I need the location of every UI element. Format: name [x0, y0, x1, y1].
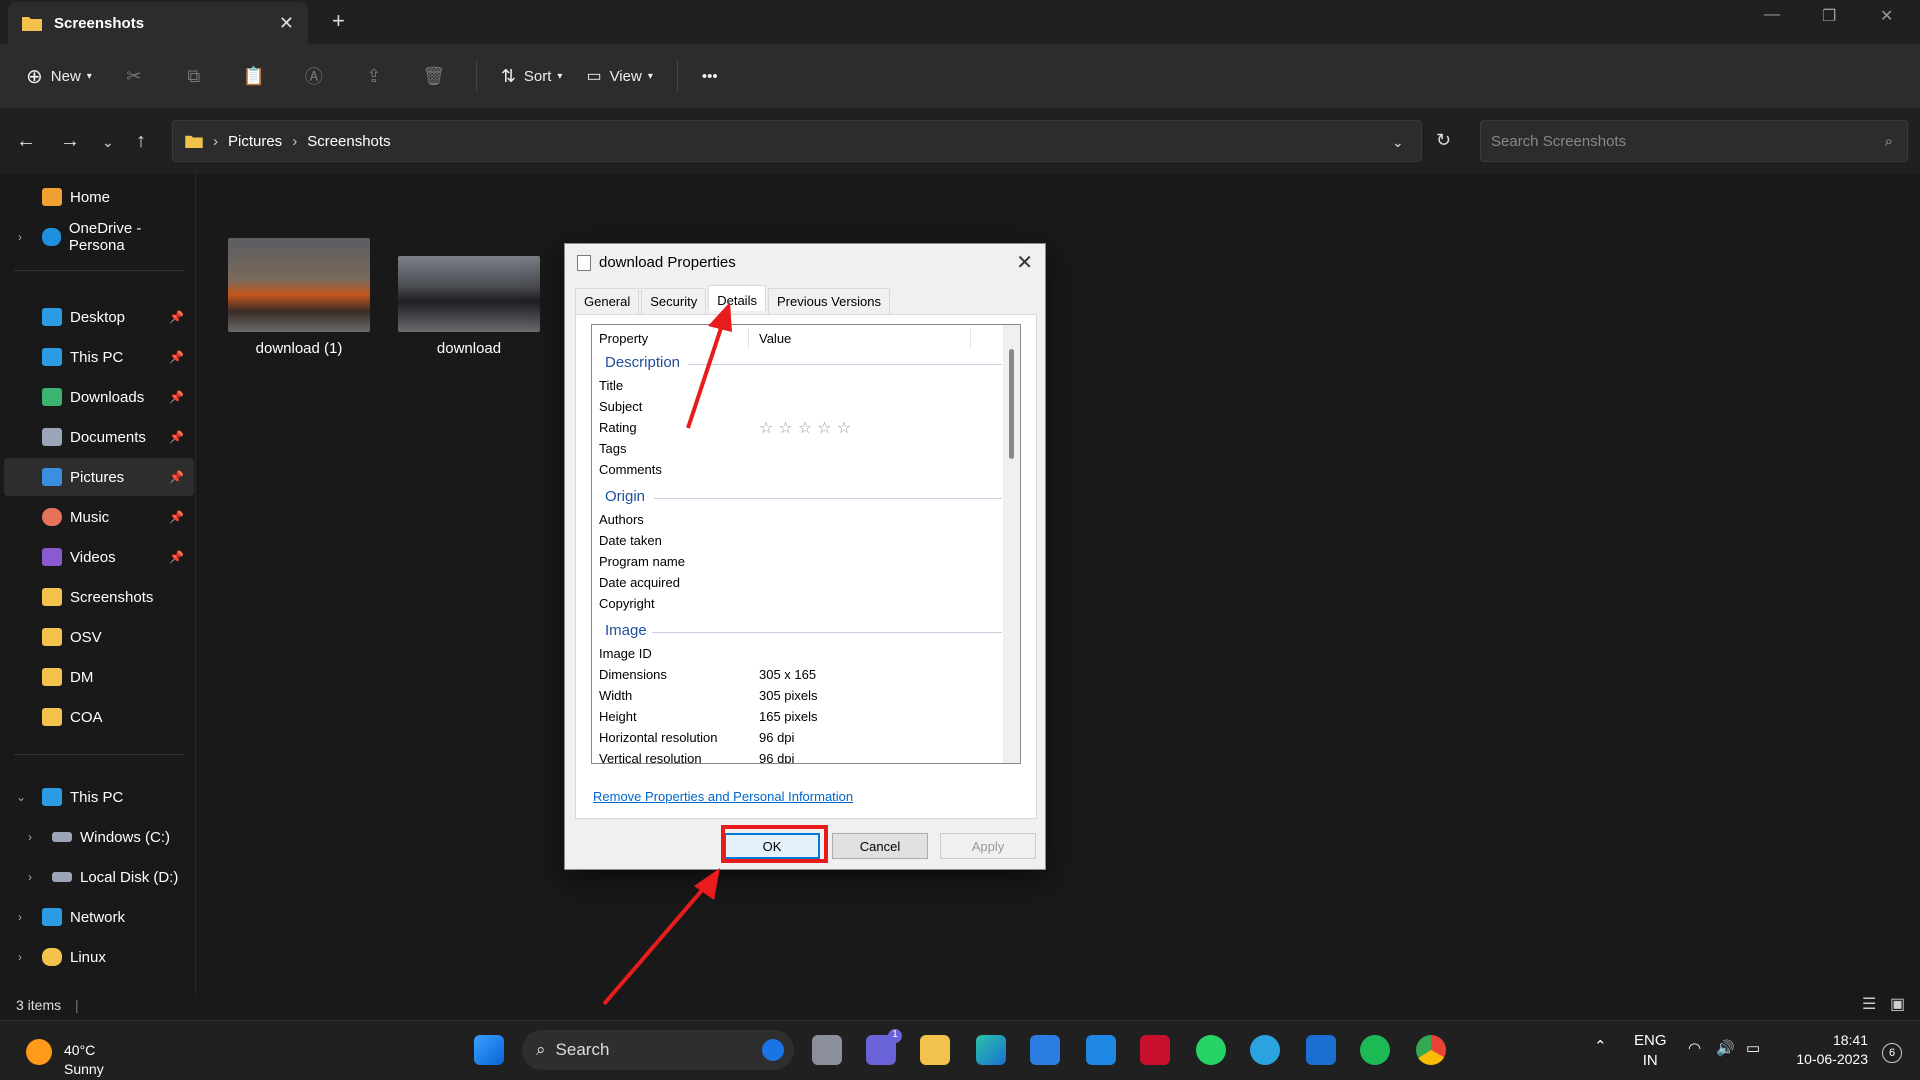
volume-icon[interactable]: 🔊	[1716, 1039, 1735, 1059]
whatsapp-icon[interactable]	[1196, 1035, 1226, 1065]
arrow-to-ok-button	[602, 886, 706, 1006]
myhp-icon[interactable]	[1306, 1035, 1336, 1065]
task-view-icon[interactable]	[812, 1035, 842, 1065]
clock[interactable]: 18:41 10-06-2023	[1796, 1031, 1868, 1069]
start-icon[interactable]	[474, 1035, 504, 1065]
help-icon[interactable]	[1086, 1035, 1116, 1065]
region-code: IN	[1642, 1052, 1658, 1069]
arrow-to-details-tab	[686, 324, 724, 429]
teams-chat-icon[interactable]: 1	[866, 1029, 902, 1065]
search-icon: ⌕	[536, 1040, 546, 1059]
lang-code: ENG	[1634, 1032, 1667, 1049]
notification-count-badge[interactable]: 6	[1882, 1043, 1902, 1063]
time: 18:41	[1832, 1032, 1868, 1048]
notification-badge: 1	[888, 1029, 902, 1043]
chrome-icon[interactable]	[1416, 1035, 1446, 1065]
language-indicator[interactable]: ENG IN	[1634, 1031, 1667, 1071]
wifi-icon[interactable]: ◠	[1688, 1039, 1701, 1059]
file-explorer-icon[interactable]	[920, 1035, 950, 1065]
chevron-up-icon[interactable]: ⌃	[1594, 1037, 1607, 1057]
battery-icon[interactable]: ▭	[1746, 1039, 1760, 1059]
spotify-icon[interactable]	[1360, 1035, 1390, 1065]
mcafee-icon[interactable]	[1140, 1035, 1170, 1065]
taskbar: 40°C Sunny ⌕ Search 1 ⌃ ENG IN ◠ 🔊 ▭ 18:41…	[0, 1020, 1920, 1080]
arrow-head	[708, 302, 732, 332]
temperature: 40°C	[64, 1042, 96, 1058]
date: 10-06-2023	[1796, 1051, 1868, 1067]
weather-condition: Sunny	[64, 1061, 104, 1077]
store-icon[interactable]	[1030, 1035, 1060, 1065]
search-label: Search	[555, 1040, 610, 1059]
bing-icon	[762, 1039, 784, 1061]
sun-icon	[26, 1039, 52, 1065]
telegram-icon[interactable]	[1250, 1035, 1280, 1065]
taskbar-search[interactable]: ⌕ Search	[522, 1030, 794, 1070]
edge-icon[interactable]	[976, 1035, 1006, 1065]
annotation-arrows	[602, 302, 732, 1006]
